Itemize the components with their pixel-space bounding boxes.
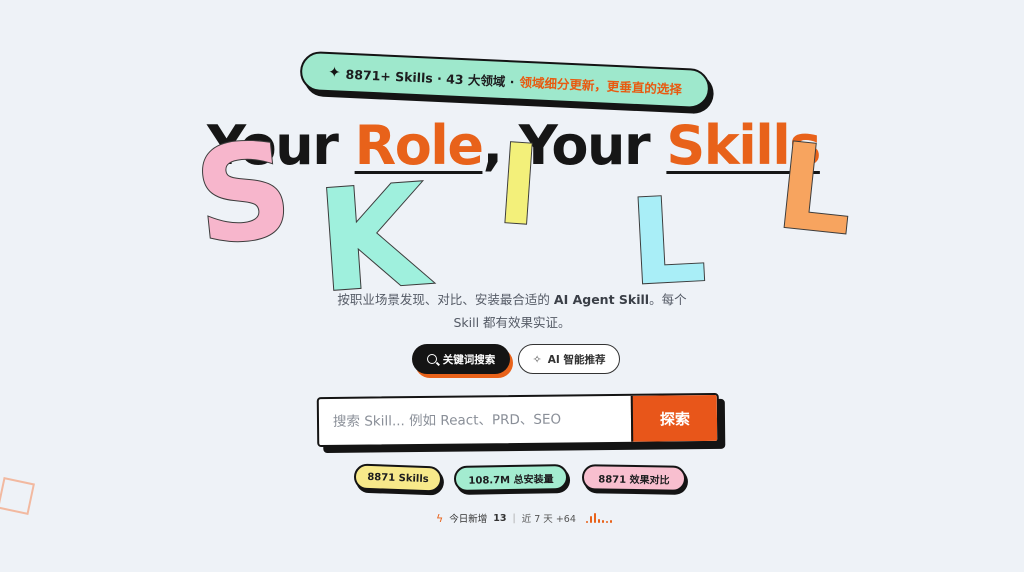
search-bar: 探索: [316, 392, 726, 454]
floating-letter-s: S: [187, 111, 300, 276]
sparkline-bar: [585, 521, 588, 523]
sparkline-bar: [605, 521, 608, 523]
subtitle-line2: Skill 都有效果实证。: [453, 315, 571, 330]
stat-skills-badge[interactable]: 8871 Skills: [353, 463, 443, 493]
ai-recommend-label: AI 智能推荐: [547, 353, 606, 366]
subtitle: 按职业场景发现、对比、安装最合适的 AI Agent Skill。每个 Skil…: [310, 288, 714, 334]
bolt-icon: ϟ: [436, 511, 444, 525]
today-count: 13: [493, 512, 507, 524]
search-box: 探索: [316, 392, 720, 448]
keyword-search-label: 关键词搜索: [442, 353, 496, 366]
subtitle-line1-a: 按职业场景发现、对比、安装最合适的: [337, 292, 554, 307]
today-new-summary: ϟ 今日新增 13 | 近 7 天 +64: [436, 510, 612, 526]
announcement-prefix: 8871+ Skills · 43 大领域 ·: [345, 66, 515, 89]
sparkles-icon: ✧: [532, 352, 542, 366]
announcement-pill[interactable]: ✦ 8871+ Skills · 43 大领域 · 领域细分更新，更垂直的选择: [299, 50, 711, 110]
floating-letter-l-1: L: [625, 169, 709, 313]
sparkline-bar: [593, 513, 596, 523]
search-icon: [426, 354, 437, 364]
floating-letter-l-2: L: [770, 115, 861, 262]
sparkline-bar: [597, 519, 600, 523]
explore-button[interactable]: 探索: [630, 394, 718, 442]
sparkline: [585, 513, 612, 523]
decorative-square: [0, 477, 35, 515]
sparkle-icon: ✦: [327, 62, 342, 82]
today-label: 今日新增: [449, 514, 488, 525]
sparkline-bar: [589, 516, 592, 523]
subtitle-line1-b: AI Agent Skill: [553, 292, 650, 307]
sparkline-bar: [609, 520, 612, 523]
subtitle-line1-c: 。每个: [649, 292, 687, 307]
stat-installs-badge[interactable]: 108.7M 总安装量: [453, 464, 569, 492]
stat-comparisons-badge[interactable]: 8871 效果对比: [581, 464, 687, 492]
floating-letter-i: I: [493, 119, 545, 252]
hero-section: ✦ 8871+ Skills · 43 大领域 · 领域细分更新，更垂直的选择 …: [0, 0, 1024, 572]
search-input[interactable]: [318, 395, 632, 446]
week-label: 近 7 天 +64: [521, 514, 576, 525]
ai-recommend-button[interactable]: ✧ AI 智能推荐: [518, 344, 620, 374]
keyword-search-button[interactable]: 关键词搜索: [412, 344, 510, 374]
separator: |: [512, 512, 516, 524]
announcement-accent: 领域细分更新，更垂直的选择: [519, 74, 683, 97]
sparkline-bar: [601, 520, 604, 523]
